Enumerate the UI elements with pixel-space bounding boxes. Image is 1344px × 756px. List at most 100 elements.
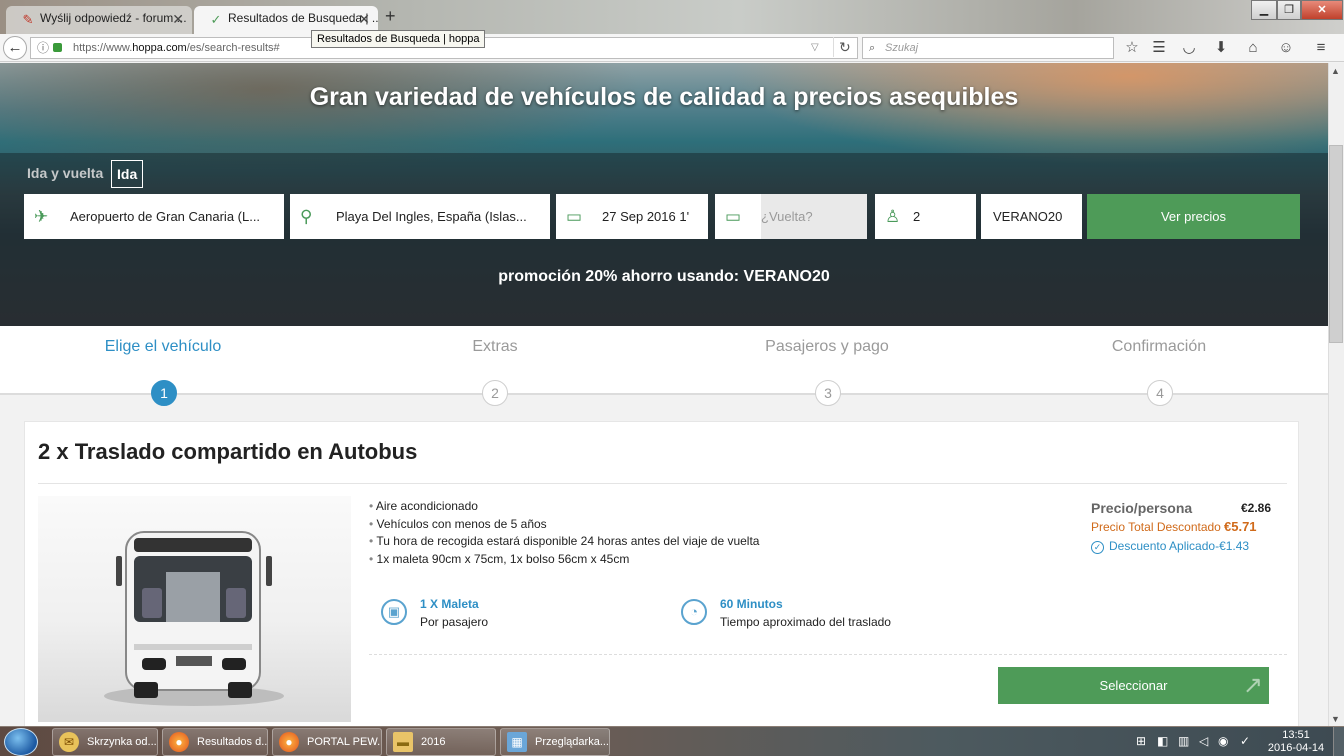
progress-steps (0, 326, 1328, 394)
step-2-label: Extras (472, 338, 518, 355)
total-price-label: Precio Total Descontado (1091, 520, 1221, 534)
promo-text: promoción 20% ahorro usando: VERANO20 (498, 268, 830, 285)
step-4-circle: 4 (1147, 380, 1173, 406)
search-placeholder: Szukaj (885, 42, 919, 54)
step-1-label[interactable]: Elige el vehículo (63, 338, 263, 356)
dropdown-arrow-icon[interactable]: ▽ (811, 38, 819, 58)
steps-divider (0, 393, 1328, 395)
pocket-icon[interactable]: ◡ (1179, 38, 1199, 58)
step-2-circle: 2 (482, 380, 508, 406)
pen-icon: ✎ (22, 12, 34, 27)
chat-icon[interactable]: ☺ (1276, 38, 1296, 58)
firefox-icon: ● (279, 732, 299, 752)
folder-icon: ▬ (393, 732, 413, 752)
star-bookmark-icon[interactable]: ☆ (1122, 38, 1142, 58)
taskbar-item-mail[interactable]: ✉ Skrzynka od... (52, 728, 158, 756)
network-icon[interactable]: ▥ (1178, 734, 1189, 748)
tab-forum[interactable]: ✎ Wyślij odpowiedź - forum ... ✕ (6, 6, 192, 34)
from-field[interactable]: ✈ Aeropuerto de Gran Canaria (L... (24, 194, 284, 239)
duration-title: 60 Minutos (720, 597, 783, 611)
windows-flag-icon[interactable]: ⊞ (1136, 734, 1146, 748)
close-tab-icon[interactable]: ✕ (358, 11, 370, 28)
arrow-icon: ↗ (1242, 672, 1263, 699)
person-icon: ♙ (885, 207, 901, 226)
tab-tooltip: Resultados de Busqueda | hoppa (311, 30, 486, 48)
select-button[interactable]: Seleccionar ↗ (998, 667, 1269, 704)
search-icon: ⌕ (869, 42, 876, 54)
browser-tab-bar: ✎ Wyślij odpowiedź - forum ... ✕ ✓ Resul… (0, 0, 1344, 34)
info-icon[interactable]: ⓘ (37, 38, 49, 58)
maximize-button[interactable]: ❐ (1277, 0, 1301, 20)
image-viewer-icon: ▦ (507, 732, 527, 752)
scroll-up-icon[interactable]: ▲ (1331, 66, 1340, 76)
passengers-field[interactable]: ♙ 2 (875, 194, 976, 239)
return-calendar-icon: ▭ (725, 207, 742, 226)
home-icon[interactable]: ⌂ (1243, 38, 1263, 58)
hoppa-favicon-icon: ✓ (210, 12, 222, 27)
select-button-label: Seleccionar (1099, 678, 1168, 693)
reading-list-icon[interactable]: ☰ (1149, 38, 1169, 58)
search-input[interactable]: ⌕ Szukaj (862, 37, 1114, 59)
clock-time: 13:51 (1282, 729, 1310, 741)
notification-icon[interactable]: ◧ (1157, 734, 1168, 748)
hero-banner: Gran variedad de vehículos de calidad a … (0, 63, 1328, 326)
step-3-label: Pasajeros y pago (765, 338, 889, 355)
scrollbar-thumb[interactable] (1329, 145, 1343, 343)
price-per-person-label: Precio/persona (1091, 500, 1193, 516)
total-price-value: €5.71 (1224, 519, 1257, 534)
taskbar-item-viewer[interactable]: ▦ Przeglądarka... (500, 728, 610, 756)
minimize-button[interactable]: ▁ (1251, 0, 1277, 20)
clock-date: 2016-04-14 (1267, 742, 1325, 754)
see-prices-button[interactable]: Ver precios (1087, 194, 1300, 239)
duration-subtitle: Tiempo aproximado del traslado (720, 615, 891, 629)
trip-round-toggle[interactable]: Ida y vuelta (27, 165, 103, 181)
promo-code-field[interactable]: VERANO20 (981, 194, 1082, 239)
tab-label: Resultados de Busqueda | ... (228, 11, 378, 25)
taskbar-label: Skrzynka od... (87, 736, 157, 748)
card-divider (38, 483, 1287, 484)
dashed-divider (369, 654, 1287, 655)
depart-calendar-icon: ▭ (566, 207, 583, 226)
feature-item: Aire acondicionado (369, 498, 759, 516)
return-date-field[interactable]: ▭ ¿Vuelta? (715, 194, 867, 239)
tab-label: Wyślij odpowiedź - forum ... (40, 11, 187, 25)
luggage-subtitle: Por pasajero (420, 615, 489, 629)
taskbar-item-folder[interactable]: ▬ 2016 (386, 728, 496, 756)
new-tab-icon[interactable]: + (385, 6, 396, 27)
to-field[interactable]: ⚲ Playa Del Ingles, España (Islas... (290, 194, 550, 239)
taskbar-item-firefox-results[interactable]: ● Resultados d... (162, 728, 268, 756)
feature-item: Vehículos con menos de 5 años (369, 516, 759, 534)
location-pin-icon: ⚲ (300, 207, 313, 226)
date-field[interactable]: ▭ 27 Sep 2016 1' (556, 194, 708, 239)
close-tab-icon[interactable]: ✕ (172, 11, 184, 28)
taskbar-label: Resultados d... (197, 736, 268, 748)
luggage-title: 1 X Maleta (420, 597, 479, 611)
url-text: https://www.hoppa.com/es/search-results# (73, 42, 280, 54)
clock[interactable]: 13:51 2016-04-14 (1266, 729, 1326, 755)
taskbar-label: 2016 (421, 736, 446, 748)
download-icon[interactable]: ⬇ (1211, 38, 1231, 58)
bus-icon (104, 531, 284, 706)
close-window-button[interactable]: ✕ (1301, 0, 1343, 20)
start-button[interactable] (4, 728, 38, 756)
screen: ✎ Wyślij odpowiedź - forum ... ✕ ✓ Resul… (0, 0, 1344, 756)
mail-icon: ✉ (59, 732, 79, 752)
show-desktop-button[interactable] (1333, 727, 1344, 756)
feature-list: Aire acondicionado Vehículos con menos d… (369, 498, 760, 568)
discount-value: -€1.43 (1215, 539, 1250, 553)
reload-icon[interactable]: ↻ (833, 37, 851, 57)
trip-oneway-toggle[interactable]: Ida (111, 160, 144, 188)
lock-icon (53, 43, 62, 52)
bus-image (38, 496, 351, 722)
vehicle-card: 2 x Traslado compartido en Autobus • Air… (24, 421, 1299, 726)
suitcase-icon: ▣ (381, 599, 407, 625)
back-arrow-icon[interactable]: ← (3, 36, 27, 60)
shield-icon[interactable]: ◉ (1218, 734, 1228, 748)
volume-icon[interactable]: ◁ (1199, 734, 1208, 748)
taskbar-item-firefox-portal[interactable]: ● PORTAL PEW... (272, 728, 382, 756)
menu-icon[interactable]: ≡ (1311, 38, 1331, 58)
hero-title: Gran variedad de vehículos de calidad a … (309, 83, 1019, 111)
scroll-down-icon[interactable]: ▼ (1331, 714, 1340, 724)
clock-icon: ◔ (681, 599, 707, 625)
security-tray-icon[interactable]: ✓ (1240, 734, 1250, 748)
